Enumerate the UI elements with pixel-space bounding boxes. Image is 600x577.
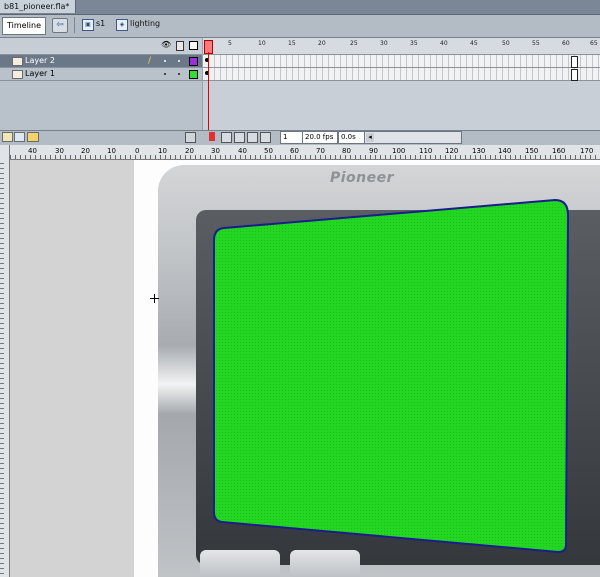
green-screen-fill[interactable] [213, 198, 570, 554]
screen-shape-svg [213, 198, 570, 554]
crosshair-icon-vertical [154, 294, 155, 303]
